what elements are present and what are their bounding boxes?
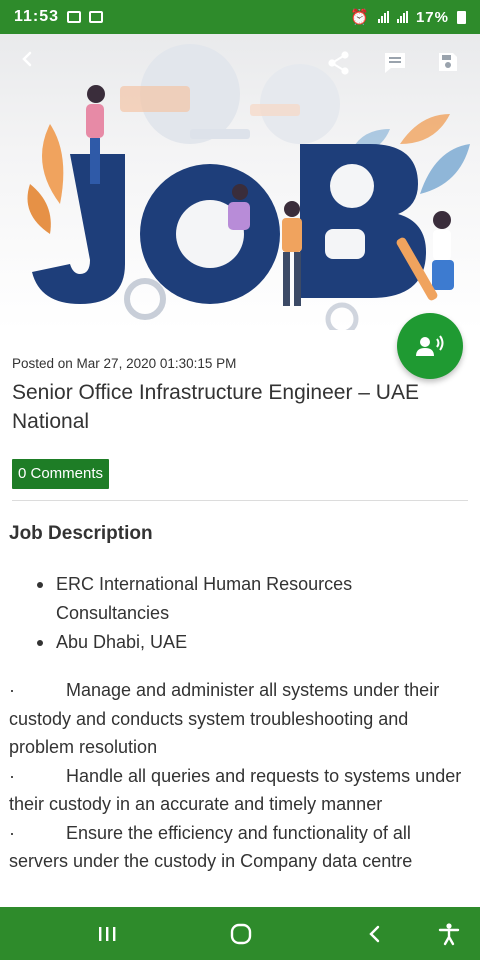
duty-item: · Handle all queries and requests to syst…: [9, 765, 462, 815]
home-icon: [230, 923, 252, 945]
save-icon[interactable]: [436, 50, 466, 80]
back-nav-button[interactable]: [360, 919, 390, 949]
system-nav-bar: [0, 907, 480, 960]
back-arrow-icon: [369, 925, 380, 943]
message-icon: [89, 11, 104, 23]
status-time: 11:53: [14, 8, 60, 25]
signal-2-icon: [396, 11, 408, 23]
list-item-company: ERC International Human Resources Consul…: [34, 570, 454, 628]
list-item-location: Abu Dhabi, UAE: [34, 628, 454, 657]
comment-icon[interactable]: [382, 50, 412, 80]
home-button[interactable]: [226, 919, 256, 949]
gallery-icon: [67, 11, 82, 23]
battery-icon: [457, 10, 466, 24]
back-icon[interactable]: [18, 50, 48, 80]
accessibility-button[interactable]: [434, 919, 464, 949]
alarm-icon: ⏰: [350, 9, 370, 26]
job-info-list: ERC International Human Resources Consul…: [34, 570, 454, 657]
divider: [12, 500, 468, 501]
status-bar: 11:53 ⏰ 17%: [0, 0, 480, 34]
battery-percent: 17%: [415, 8, 449, 26]
posted-date: Posted on Mar 27, 2020 01:30:15 PM: [12, 356, 237, 371]
job-duties: · Manage and administer all systems under…: [9, 676, 471, 876]
accessibility-icon: [438, 923, 460, 946]
recent-apps-icon: [99, 927, 116, 941]
listen-fab-button[interactable]: [397, 313, 463, 379]
duty-item: · Ensure the efficiency and functionality…: [9, 822, 413, 872]
job-description-heading: Job Description: [9, 523, 153, 544]
recent-apps-button[interactable]: [92, 919, 122, 949]
job-hero-image: [0, 34, 480, 330]
job-title: Senior Office Infrastructure Engineer – …: [12, 381, 419, 433]
duty-item: · Manage and administer all systems under…: [9, 680, 440, 757]
speaker-person-icon: [416, 335, 444, 356]
comments-button[interactable]: 0 Comments: [12, 459, 110, 489]
share-icon[interactable]: [326, 50, 356, 80]
signal-icon: [377, 11, 389, 23]
